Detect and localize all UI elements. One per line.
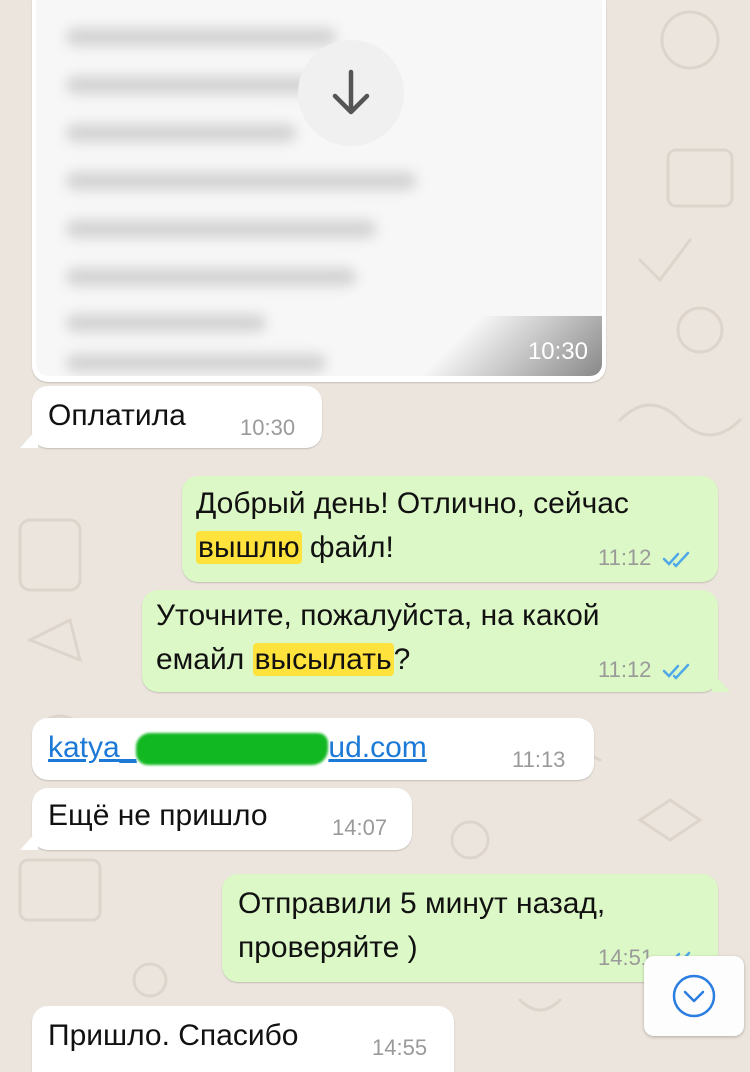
email-link[interactable]: katya_ ud.com	[48, 726, 427, 770]
highlighted-word: вышлю	[196, 531, 302, 564]
message-time: 11:13	[512, 747, 566, 772]
incoming-message[interactable]: Ещё не пришло 14:07	[20, 788, 412, 850]
message-time: 10:30	[240, 415, 296, 440]
image-timestamp: 10:30	[527, 338, 588, 365]
message-text: Пришло. Спасибо	[48, 1019, 299, 1052]
message-time: 11:12	[598, 658, 692, 682]
message-line-start: емайл	[156, 643, 245, 676]
message-text: Ещё не пришло	[48, 799, 268, 832]
outgoing-message[interactable]: Добрый день! Отлично, сейчас вышлю файл!…	[182, 476, 718, 582]
image-message[interactable]: 10:30	[32, 0, 606, 382]
download-button[interactable]	[298, 40, 404, 146]
message-time-text: 11:12	[598, 657, 652, 682]
message-text: Отправили 5 минут назад, проверяйте )	[238, 882, 605, 970]
outgoing-message[interactable]: Уточните, пожалуйста, на какой емайл выс…	[142, 590, 730, 692]
message-line: Уточните, пожалуйста, на какой	[156, 599, 600, 632]
email-link-start[interactable]: katya_	[48, 731, 136, 764]
message-line: проверяйте )	[238, 931, 418, 964]
highlighted-word: высылать	[252, 643, 394, 676]
chevron-down-icon	[672, 974, 716, 1018]
message-time: 14:55	[372, 1035, 428, 1060]
message-time-text: 11:12	[598, 545, 652, 570]
message-line: Отправили 5 минут назад,	[238, 887, 606, 920]
arrow-down-icon	[332, 69, 370, 115]
double-check-icon	[662, 663, 689, 680]
message-time: 11:12	[598, 546, 692, 570]
email-link-end[interactable]: ud.com	[328, 731, 426, 764]
incoming-message[interactable]: katya_ ud.com 11:13	[32, 718, 594, 780]
message-line-end: файл!	[309, 531, 394, 564]
incoming-message[interactable]: Пришло. Спасибо 14:55	[32, 1006, 454, 1072]
scroll-to-bottom-button[interactable]	[644, 956, 744, 1036]
incoming-message[interactable]: Оплатила 10:30	[20, 386, 322, 448]
message-time: 14:07	[332, 815, 388, 840]
message-text: Оплатила	[48, 399, 186, 432]
message-text: Добрый день! Отлично, сейчас вышлю файл!	[196, 482, 629, 570]
redaction-mark	[136, 733, 329, 766]
question-mark: ?	[393, 643, 411, 676]
message-line: Добрый день! Отлично, сейчас	[196, 487, 629, 520]
message-text: Уточните, пожалуйста, на какой емайл выс…	[156, 594, 600, 682]
double-check-icon	[662, 551, 689, 568]
